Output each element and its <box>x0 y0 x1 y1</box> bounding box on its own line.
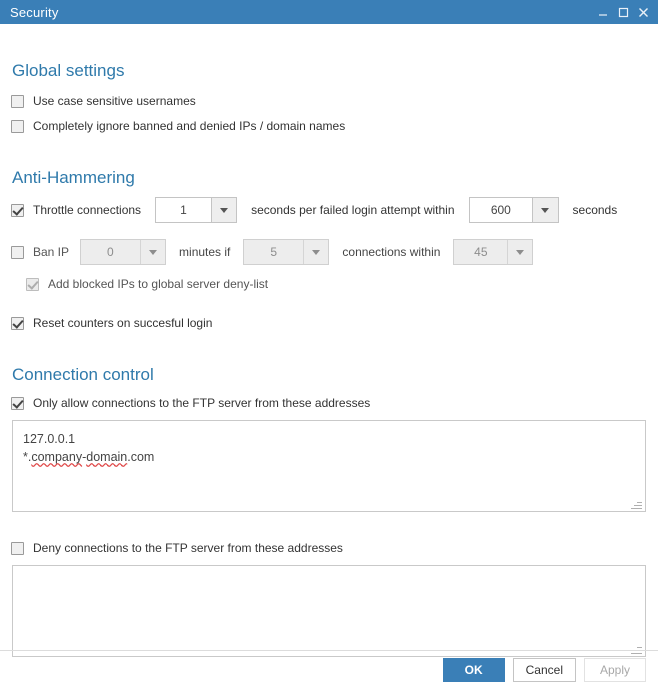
maximize-icon[interactable] <box>614 2 632 22</box>
allow-addresses-textarea[interactable]: 127.0.0.1 *.company-domain.com <box>12 420 646 512</box>
checkbox-case-sensitive-usernames[interactable] <box>11 94 24 108</box>
checkbox-row-reset-counters[interactable]: Reset counters on succesful login <box>11 316 212 330</box>
dialog-footer: OK Cancel Apply <box>0 651 658 689</box>
checkbox-label-case-sensitive-usernames: Use case sensitive usernames <box>33 94 196 108</box>
throttle-tail-text: seconds <box>572 203 618 217</box>
checkbox-throttle-connections[interactable] <box>11 203 24 217</box>
checkbox-label-add-blocked-ips-deny-list: Add blocked IPs to global server deny-li… <box>48 277 269 291</box>
checkbox-allow-connections[interactable] <box>11 396 24 410</box>
cancel-button[interactable]: Cancel <box>512 658 576 682</box>
checkbox-label-throttle-connections: Throttle connections <box>33 203 142 217</box>
ban-ip-minutes-value[interactable]: 0 <box>81 240 140 264</box>
window-controls <box>594 2 658 22</box>
section-title-anti-hammering: Anti-Hammering <box>12 168 135 187</box>
ban-ip-minutes-combobox[interactable]: 0 <box>80 239 167 265</box>
checkbox-row-ignore-banned-ips[interactable]: Completely ignore banned and denied IPs … <box>11 119 345 133</box>
throttle-mid-text: seconds per failed login attempt within <box>251 203 455 217</box>
checkbox-label-ignore-banned-ips: Completely ignore banned and denied IPs … <box>33 119 346 133</box>
section-title-connection-control: Connection control <box>12 365 154 384</box>
checkbox-label-reset-counters: Reset counters on succesful login <box>33 316 213 330</box>
ban-ip-within-combobox[interactable]: 45 <box>453 239 534 265</box>
throttle-seconds-combobox[interactable]: 1 <box>155 197 238 223</box>
checkbox-label-deny-connections: Deny connections to the FTP server from … <box>33 541 343 555</box>
checkbox-row-allow-connections[interactable]: Only allow connections to the FTP server… <box>11 396 370 410</box>
throttle-seconds-value[interactable]: 1 <box>156 198 211 222</box>
checkbox-row-add-blocked-ips-deny-list[interactable]: Add blocked IPs to global server deny-li… <box>26 277 268 291</box>
chevron-down-icon[interactable] <box>507 240 533 264</box>
chevron-down-icon[interactable] <box>139 240 166 264</box>
throttle-connections-row: Throttle connections 1 seconds per faile… <box>11 197 617 223</box>
window-titlebar: Security <box>0 0 658 24</box>
dialog-body: Global settings Use case sensitive usern… <box>0 24 658 657</box>
checkbox-reset-counters[interactable] <box>11 316 24 330</box>
ban-ip-row: Ban IP 0 minutes if 5 connections within… <box>11 239 534 265</box>
checkbox-label-allow-connections: Only allow connections to the FTP server… <box>33 396 371 410</box>
section-title-global-settings: Global settings <box>12 61 125 80</box>
close-icon[interactable] <box>634 2 652 22</box>
checkbox-deny-connections[interactable] <box>11 541 24 555</box>
throttle-within-value[interactable]: 600 <box>469 198 533 222</box>
ban-ip-connections-within-text: connections within <box>342 245 441 259</box>
ban-ip-connections-combobox[interactable]: 5 <box>243 239 330 265</box>
minimize-icon[interactable] <box>594 2 612 22</box>
checkbox-label-ban-ip: Ban IP <box>33 245 70 259</box>
apply-button[interactable]: Apply <box>584 658 646 682</box>
deny-addresses-textarea[interactable] <box>12 565 646 657</box>
checkbox-row-case-sensitive-usernames[interactable]: Use case sensitive usernames <box>11 94 196 108</box>
resize-grip-icon[interactable] <box>631 498 643 510</box>
ok-button[interactable]: OK <box>442 658 505 682</box>
checkbox-ignore-banned-ips[interactable] <box>11 119 24 133</box>
chevron-down-icon[interactable] <box>532 198 558 222</box>
throttle-within-combobox[interactable]: 600 <box>468 197 559 223</box>
ban-ip-within-value[interactable]: 45 <box>454 240 508 264</box>
checkbox-row-deny-connections[interactable]: Deny connections to the FTP server from … <box>11 541 343 555</box>
window-title: Security <box>10 4 59 20</box>
ban-ip-connections-value[interactable]: 5 <box>244 240 304 264</box>
allow-address-line: *.company-domain.com <box>23 450 155 464</box>
checkbox-add-blocked-ips-deny-list[interactable] <box>26 277 39 291</box>
chevron-down-icon[interactable] <box>210 198 237 222</box>
allow-address-line: 127.0.0.1 <box>23 432 76 446</box>
ban-ip-minutes-if-text: minutes if <box>179 245 231 259</box>
chevron-down-icon[interactable] <box>303 240 329 264</box>
checkbox-ban-ip[interactable] <box>11 245 24 259</box>
